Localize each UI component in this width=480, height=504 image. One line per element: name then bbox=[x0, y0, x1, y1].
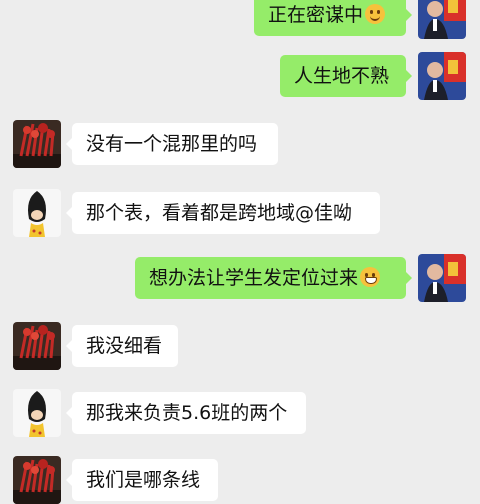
avatar[interactable] bbox=[13, 389, 61, 437]
message-bubble[interactable]: 人生地不熟 bbox=[280, 55, 412, 97]
message-text: 我们是哪条线 bbox=[86, 469, 201, 491]
message-bubble[interactable]: 想办法让学生发定位过来 bbox=[135, 257, 412, 299]
grin-emoji-icon bbox=[360, 267, 381, 287]
message-text: 想办法让学生发定位过来 bbox=[149, 267, 359, 289]
avatar[interactable] bbox=[13, 120, 61, 168]
message-bubble[interactable]: 没有一个混那里的吗 bbox=[66, 123, 278, 165]
message-row-incoming: 没有一个混那里的吗 bbox=[0, 120, 480, 168]
message-text: 没有一个混那里的吗 bbox=[86, 133, 258, 155]
message-bubble[interactable]: 那我来负责5.6班的两个 bbox=[66, 392, 306, 434]
message-text: 那个表，看着都是跨地域@佳呦 bbox=[86, 202, 353, 224]
message-row-outgoing: 正在密谋中 bbox=[0, 0, 480, 39]
message-text: 人生地不熟 bbox=[294, 65, 390, 87]
avatar[interactable] bbox=[418, 0, 466, 39]
message-row-incoming: 那我来负责5.6班的两个 bbox=[0, 389, 480, 437]
message-text: 那我来负责5.6班的两个 bbox=[86, 402, 288, 424]
thinking-emoji-icon bbox=[365, 4, 386, 24]
chat-message-list[interactable]: 正在密谋中 人生地不熟 没有一个混那里的吗 那个表，看着都是跨地域@佳呦 想办法… bbox=[0, 0, 480, 504]
message-bubble[interactable]: 我们是哪条线 bbox=[66, 459, 218, 501]
message-row-incoming: 我没细看 bbox=[0, 322, 480, 370]
avatar[interactable] bbox=[13, 189, 61, 237]
message-row-incoming: 那个表，看着都是跨地域@佳呦 bbox=[0, 189, 480, 237]
message-row-outgoing: 人生地不熟 bbox=[0, 52, 480, 100]
message-row-incoming: 我们是哪条线 bbox=[0, 456, 480, 504]
message-text: 正在密谋中 bbox=[268, 4, 364, 26]
avatar[interactable] bbox=[418, 254, 466, 302]
message-bubble[interactable]: 那个表，看着都是跨地域@佳呦 bbox=[66, 192, 380, 234]
message-text: 我没细看 bbox=[86, 335, 163, 357]
avatar[interactable] bbox=[418, 52, 466, 100]
message-bubble[interactable]: 我没细看 bbox=[66, 325, 178, 367]
avatar[interactable] bbox=[13, 456, 61, 504]
avatar[interactable] bbox=[13, 322, 61, 370]
message-bubble[interactable]: 正在密谋中 bbox=[254, 0, 412, 36]
message-row-outgoing: 想办法让学生发定位过来 bbox=[0, 254, 480, 302]
